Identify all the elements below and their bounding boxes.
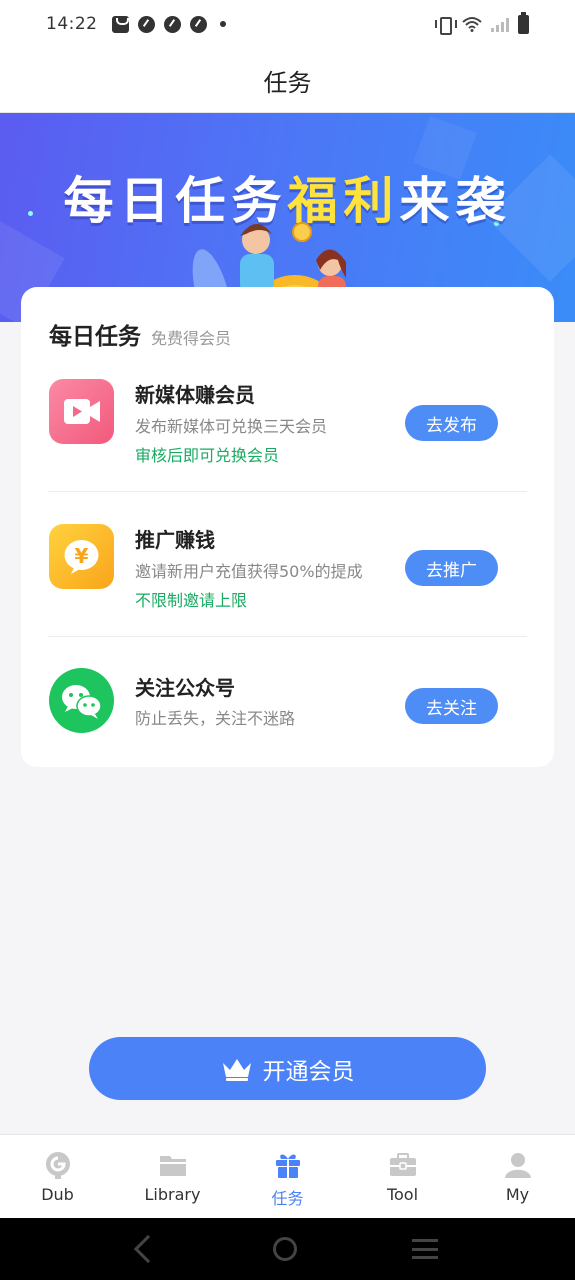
svg-text:¥: ¥ bbox=[75, 544, 89, 568]
card-subtitle: 免费得会员 bbox=[151, 329, 232, 348]
nav-label: Dub bbox=[41, 1185, 74, 1204]
shopping-bag-icon bbox=[111, 15, 129, 33]
yuan-coin-icon: ¥ bbox=[49, 524, 114, 589]
task-note: 不限制邀请上限 bbox=[135, 591, 248, 610]
gift-icon bbox=[275, 1154, 300, 1178]
task-name: 新媒体赚会员 bbox=[135, 383, 255, 407]
task-description: 邀请新用户充值获得50%的提成 bbox=[135, 562, 363, 581]
app-notification-icon bbox=[137, 15, 155, 33]
microphone-icon bbox=[45, 1152, 70, 1179]
task-item-new-media: 新媒体赚会员 发布新媒体可兑换三天会员 审核后即可兑换会员 去发布 bbox=[48, 379, 527, 469]
banner-title-part: 来袭 bbox=[399, 172, 512, 230]
folder-icon bbox=[159, 1156, 186, 1176]
card-header: 每日任务 免费得会员 bbox=[49, 317, 231, 351]
nav-label: Library bbox=[144, 1185, 201, 1204]
nav-item-my[interactable]: My bbox=[460, 1135, 575, 1218]
more-notifications-icon bbox=[219, 21, 226, 27]
video-icon bbox=[49, 379, 114, 444]
title-bar: 任务 bbox=[0, 48, 575, 113]
open-membership-label: 开通会员 bbox=[262, 1058, 355, 1085]
back-icon[interactable] bbox=[133, 1234, 162, 1264]
recents-icon[interactable] bbox=[411, 1239, 438, 1259]
vibrate-icon bbox=[435, 16, 457, 35]
task-note: 审核后即可兑换会员 bbox=[135, 446, 280, 465]
nav-label: 任务 bbox=[271, 1189, 304, 1208]
system-status-icons bbox=[435, 11, 529, 35]
wifi-icon bbox=[462, 17, 482, 32]
app-notification-icon bbox=[163, 15, 181, 33]
nav-item-library[interactable]: Library bbox=[115, 1135, 230, 1218]
task-description: 发布新媒体可兑换三天会员 bbox=[135, 417, 328, 436]
task-description: 防止丢失，关注不迷路 bbox=[135, 709, 296, 728]
notification-icons bbox=[111, 15, 226, 33]
bottom-nav: Dub Library 任务 Tool My bbox=[0, 1134, 575, 1218]
card-title: 每日任务 bbox=[49, 324, 141, 350]
task-item-follow-account: 关注公众号 防止丢失，关注不迷路 去关注 bbox=[48, 668, 527, 738]
battery-icon bbox=[518, 11, 529, 34]
task-name: 关注公众号 bbox=[135, 676, 235, 700]
nav-label: My bbox=[505, 1185, 530, 1204]
page-title: 任务 bbox=[263, 68, 312, 97]
status-time: 14:22 bbox=[46, 14, 98, 34]
follow-button[interactable]: 去关注 bbox=[405, 688, 498, 724]
divider bbox=[48, 636, 527, 637]
wechat-icon bbox=[49, 668, 114, 733]
home-icon[interactable] bbox=[272, 1237, 297, 1261]
publish-button[interactable]: 去发布 bbox=[405, 405, 498, 441]
toolbox-icon bbox=[389, 1153, 416, 1176]
app-notification-icon bbox=[189, 15, 207, 33]
open-membership-button[interactable]: 开通会员 bbox=[89, 1037, 486, 1100]
nav-label: Tool bbox=[386, 1185, 419, 1204]
task-item-promotion: ¥ 推广赚钱 邀请新用户充值获得50%的提成 不限制邀请上限 去推广 bbox=[48, 524, 527, 614]
nav-item-tool[interactable]: Tool bbox=[345, 1135, 460, 1218]
nav-item-dub[interactable]: Dub bbox=[0, 1135, 115, 1218]
status-bar: 14:22 bbox=[0, 0, 575, 48]
task-name: 推广赚钱 bbox=[135, 528, 215, 552]
person-icon bbox=[504, 1153, 531, 1178]
crown-icon bbox=[222, 1058, 251, 1081]
divider bbox=[48, 491, 527, 492]
system-nav-bar bbox=[0, 1218, 575, 1280]
promote-button[interactable]: 去推广 bbox=[405, 550, 498, 586]
nav-item-tasks[interactable]: 任务 bbox=[230, 1135, 345, 1218]
signal-icon bbox=[491, 16, 509, 32]
daily-tasks-card: 每日任务 免费得会员 新媒体赚会员 发布新媒体可兑换三天会员 审核后即可兑换会员… bbox=[21, 287, 554, 767]
